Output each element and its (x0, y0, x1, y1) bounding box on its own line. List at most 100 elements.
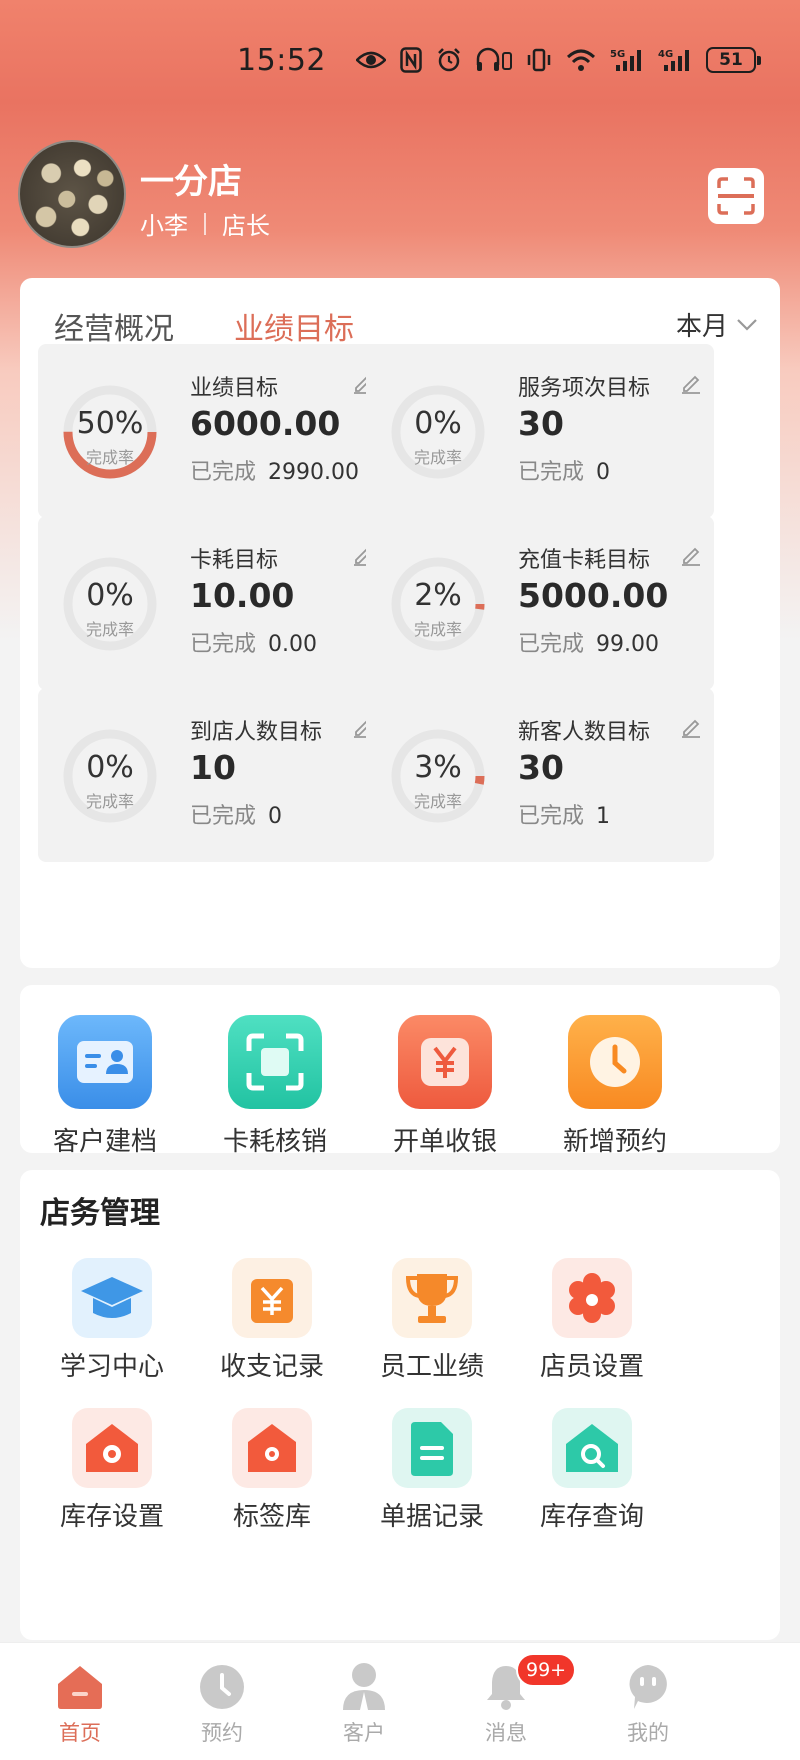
quick-action-label: 开单收银 (392, 1127, 497, 1157)
user-role: 店长 (222, 212, 270, 240)
customer-icon (284, 1659, 444, 1715)
home-icon (0, 1659, 160, 1715)
metric-done: 已完成 0 (190, 798, 282, 830)
done-value: 1 (596, 804, 611, 829)
nav-label: 首页 (59, 1721, 101, 1745)
completion-label: 完成率 (85, 792, 134, 811)
nfc-icon (400, 47, 422, 73)
period-select[interactable]: 本月 (676, 306, 758, 343)
completion-label: 完成率 (85, 448, 134, 467)
vibrate-icon (526, 47, 552, 73)
edit-icon[interactable] (680, 716, 702, 742)
signal-4g-icon: 4G (658, 47, 692, 73)
quick-action-checkout[interactable]: 开单收银 (360, 1015, 530, 1158)
store-header: 一分店 小李 店长 (18, 140, 782, 250)
quick-action-new-appointment[interactable]: 新增预约 (530, 1015, 700, 1158)
metric-card[interactable]: 0% 完成率 服务项次目标 30 已完成 0 (366, 344, 714, 518)
tab-business-overview[interactable]: 经营概况 (54, 304, 174, 348)
metric-title: 到店人数目标 (190, 720, 323, 745)
battery-icon: 51 (706, 47, 761, 73)
alarm-icon (436, 47, 462, 73)
user-name: 小李 (140, 212, 188, 240)
wifi-icon (566, 48, 596, 72)
nav-mine[interactable]: 我的 (568, 1659, 728, 1747)
quick-action-label: 卡耗核销 (222, 1127, 327, 1157)
completion-percent: 2% (414, 578, 462, 613)
tag-house-icon (232, 1408, 312, 1488)
mgmt-document-records[interactable]: 单据记录 (342, 1408, 522, 1533)
metric-card[interactable]: 0% 完成率 卡耗目标 10.00 已完成 0.00 (38, 516, 386, 690)
clock-icon (142, 1659, 302, 1715)
quick-action-label: 客户建档 (52, 1127, 157, 1157)
bottom-nav: 首页 预约 客户 消息 99+ 我的 (0, 1642, 800, 1760)
quick-action-customer-profile[interactable]: 客户建档 (20, 1015, 190, 1158)
quick-action-card-verify[interactable]: 卡耗核销 (190, 1015, 360, 1158)
yen-checkout-icon (398, 1015, 492, 1109)
edit-icon[interactable] (680, 372, 702, 398)
trophy-icon (392, 1258, 472, 1338)
user-info: 小李 店长 (140, 206, 270, 241)
nav-customer[interactable]: 客户 (284, 1659, 444, 1747)
completion-ring: 0% 完成率 (384, 378, 492, 486)
mgmt-staff-settings[interactable]: 店员设置 (502, 1258, 682, 1383)
eye-icon (356, 50, 386, 70)
nav-appointment[interactable]: 预约 (142, 1659, 302, 1747)
tab-performance-targets[interactable]: 业绩目标 (234, 304, 354, 348)
done-label: 已完成 (518, 632, 585, 657)
store-management-card: 店务管理 学习中心 收支记录 员工业绩 店员设置 库存设置 标签库 单据记录 库… (20, 1170, 780, 1640)
mgmt-inventory-query[interactable]: 库存查询 (502, 1408, 682, 1533)
completion-label: 完成率 (413, 620, 462, 639)
nav-home[interactable]: 首页 (0, 1659, 160, 1747)
nav-label: 客户 (343, 1721, 385, 1745)
done-label: 已完成 (518, 460, 585, 485)
mgmt-income-expense[interactable]: 收支记录 (182, 1258, 362, 1383)
completion-percent: 50% (76, 406, 144, 441)
metric-done: 已完成 0 (518, 454, 610, 486)
metric-card[interactable]: 0% 完成率 到店人数目标 10 已完成 0 (38, 688, 386, 862)
done-value: 0 (596, 460, 611, 485)
divider (204, 212, 206, 235)
scan-icon (717, 177, 755, 215)
metric-target: 10 (190, 748, 236, 787)
yen-ledger-icon (232, 1258, 312, 1338)
done-value: 99.00 (596, 632, 659, 657)
svg-text:5G: 5G (610, 49, 625, 60)
mgmt-label: 学习中心 (59, 1352, 164, 1382)
shop-name[interactable]: 一分店 (140, 154, 242, 203)
warehouse-search-icon (552, 1408, 632, 1488)
mgmt-label: 标签库 (232, 1502, 311, 1532)
period-label: 本月 (675, 312, 728, 342)
metric-done: 已完成 0.00 (190, 626, 317, 658)
edit-icon[interactable] (680, 544, 702, 570)
customer-card-icon (58, 1015, 152, 1109)
completion-ring: 0% 完成率 (56, 722, 164, 830)
metric-card[interactable]: 3% 完成率 新客人数目标 30 已完成 1 (366, 688, 714, 862)
quick-actions-card: 客户建档 卡耗核销 开单收银 新增预约 (20, 985, 780, 1157)
completion-percent: 3% (414, 750, 462, 785)
metric-target: 10.00 (190, 576, 295, 615)
done-label: 已完成 (518, 804, 585, 829)
mgmt-inventory-settings[interactable]: 库存设置 (22, 1408, 202, 1533)
completion-ring: 3% 完成率 (384, 722, 492, 830)
completion-percent: 0% (414, 406, 462, 441)
warehouse-gear-icon (72, 1408, 152, 1488)
scan-verify-icon (228, 1015, 322, 1109)
completion-label: 完成率 (413, 448, 462, 467)
metric-target: 5000.00 (518, 576, 669, 615)
scan-button[interactable] (708, 168, 764, 224)
metric-done: 已完成 2990.00 (190, 454, 359, 486)
metric-target: 30 (518, 748, 564, 787)
completion-percent: 0% (86, 750, 134, 785)
completion-ring: 2% 完成率 (384, 550, 492, 658)
metric-title: 卡耗目标 (190, 548, 279, 573)
avatar[interactable] (18, 140, 126, 248)
nav-label: 我的 (627, 1721, 669, 1745)
status-time: 15:52 (237, 42, 326, 78)
metric-card[interactable]: 2% 完成率 充值卡耗目标 5000.00 已完成 99.00 (366, 516, 714, 690)
mgmt-learning-center[interactable]: 学习中心 (22, 1258, 202, 1383)
completion-ring: 50% 完成率 (56, 378, 164, 486)
mgmt-tag-library[interactable]: 标签库 (182, 1408, 362, 1533)
metric-card[interactable]: 50% 完成率 业绩目标 6000.00 已完成 2990.00 (38, 344, 386, 518)
mgmt-staff-performance[interactable]: 员工业绩 (342, 1258, 522, 1383)
nav-messages[interactable]: 消息 99+ (426, 1653, 586, 1747)
